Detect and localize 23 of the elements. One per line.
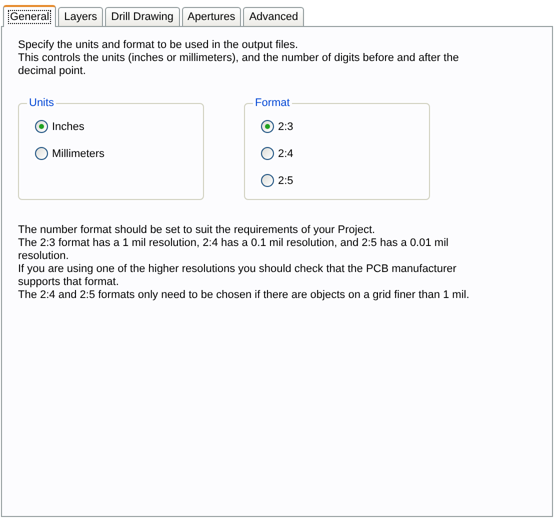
radio-button[interactable] <box>35 147 48 160</box>
tab[interactable]: General <box>3 5 56 27</box>
note-text: The 2:4 and 2:5 formats only need to be chosen if there are objects on a grid finer than 1 mil. <box>18 289 470 302</box>
radio-button[interactable] <box>261 174 274 187</box>
description-text: This controls the units (inches or millimeters), and the number of digits before and after the decimal point. <box>18 52 460 78</box>
radio-label[interactable]: 2:5 <box>278 174 294 186</box>
description-text: Specify the units and format to be used in the output files. <box>18 39 300 52</box>
radio-label[interactable]: 2:4 <box>278 148 294 160</box>
tab[interactable]: Apertures <box>182 7 242 26</box>
tab[interactable]: Advanced <box>243 7 304 26</box>
radio-button[interactable] <box>35 120 48 133</box>
note-text: The 2:3 format has a 1 mil resolution, 2:4 has a 0.1 mil resolution, and 2:5 has a 0.01 mil resolution. <box>18 237 450 263</box>
radio-label[interactable]: 2:3 <box>278 120 294 132</box>
note-text: The number format should be set to suit the requirements of your Project. <box>18 224 376 237</box>
group-title: Units <box>28 97 56 109</box>
radio-label[interactable]: Inches <box>52 120 84 132</box>
radio-button[interactable] <box>261 147 274 160</box>
tab[interactable]: Layers <box>58 7 104 26</box>
radio-label[interactable]: Millimeters <box>52 148 105 160</box>
note-text: If you are using one of the higher resolutions you should check that the PCB manufacturer supports that format. <box>18 263 458 289</box>
group-title: Format <box>254 97 291 109</box>
radio-button[interactable] <box>261 120 274 133</box>
tab[interactable]: Drill Drawing <box>105 7 180 26</box>
